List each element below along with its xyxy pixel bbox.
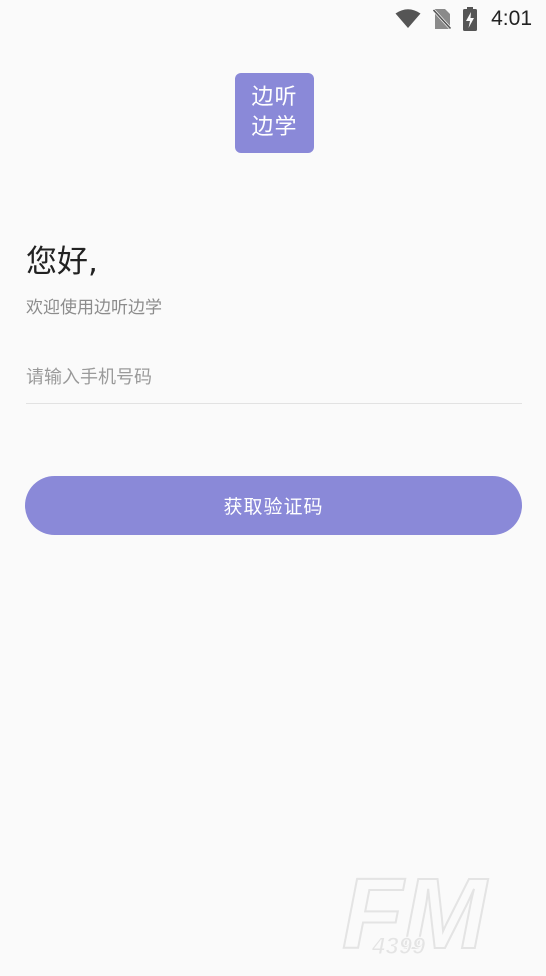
status-bar: 4:01 <box>0 0 546 38</box>
get-code-button[interactable]: 获取验证码 <box>25 476 522 535</box>
no-sim-icon <box>433 8 452 30</box>
status-icons: 4:01 <box>395 6 532 32</box>
greeting-heading: 您好, <box>26 244 98 280</box>
wifi-icon <box>395 9 421 29</box>
welcome-text: 欢迎使用边听边学 <box>26 298 162 318</box>
battery-charging-icon <box>463 7 478 31</box>
status-time: 4:01 <box>491 7 532 30</box>
watermark-sub: 4399 <box>371 933 426 960</box>
app-logo: 边听 边学 <box>235 73 314 153</box>
logo-line-1: 边听 <box>251 85 298 110</box>
phone-number-input[interactable] <box>26 352 522 404</box>
watermark-logo: FM 4399 <box>334 857 514 971</box>
logo-line-2: 边学 <box>251 115 298 140</box>
